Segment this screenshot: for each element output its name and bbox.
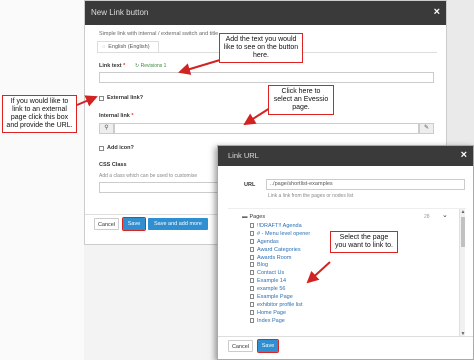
arrow-to-link-text	[178, 59, 221, 75]
arrow-to-external-link	[76, 95, 98, 107]
callout-link-text: Add the text you would like to see on th…	[219, 33, 303, 63]
callout-internal-link: Click here to select an Evessio page.	[268, 85, 334, 115]
arrow-to-page-list	[306, 261, 331, 284]
arrow-to-internal-link	[243, 107, 271, 126]
callout-select-page: Select the page you want to link to.	[330, 231, 398, 253]
callout-external-link: If you would like to link to an external…	[2, 95, 77, 133]
